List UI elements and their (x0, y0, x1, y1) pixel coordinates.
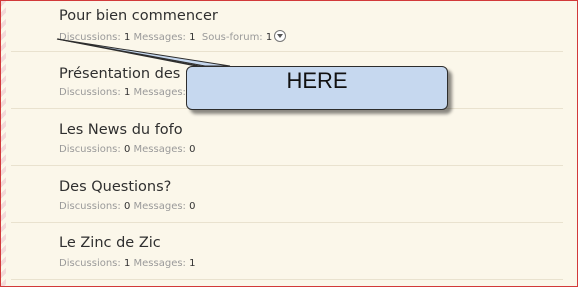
annotation-callout: HERE (186, 66, 448, 110)
callout-pointer (56, 38, 231, 69)
callout-text: HERE (286, 68, 348, 93)
